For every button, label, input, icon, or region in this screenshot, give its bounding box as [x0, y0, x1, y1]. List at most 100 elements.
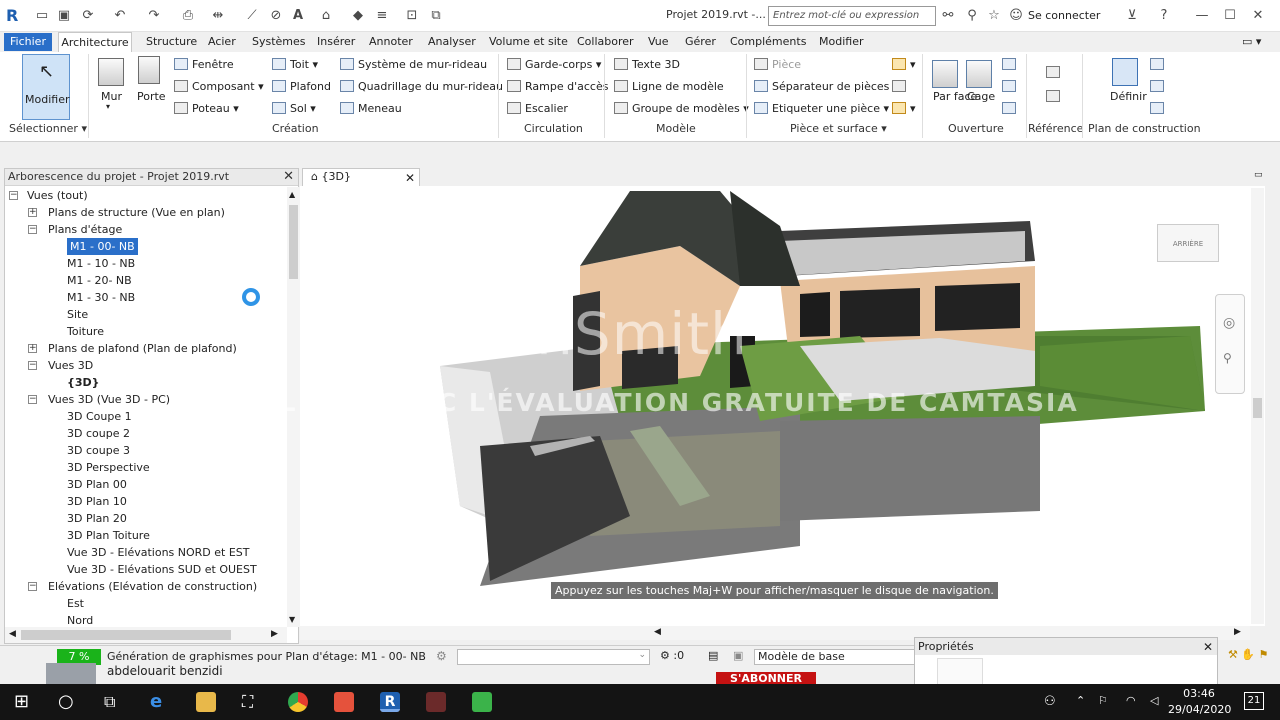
help-icon[interactable]: ? — [1156, 8, 1172, 24]
tab-analyser[interactable]: Analyser — [426, 32, 478, 52]
scroll-thumb[interactable] — [21, 630, 231, 640]
file-explorer-icon[interactable] — [196, 692, 216, 712]
ribbon-toggle-icon[interactable]: ▭ ▾ — [1240, 32, 1263, 52]
tree-item[interactable]: M1 - 00- NB — [67, 238, 138, 255]
scroll-up-icon[interactable]: ▲ — [289, 190, 295, 199]
ref-plane-icon[interactable] — [1150, 80, 1168, 93]
network-icon[interactable]: ⚐ — [1098, 694, 1108, 707]
user-icon[interactable]: ☺ — [1008, 8, 1024, 24]
tree-item[interactable]: Vue 3D - Elévations SUD et OUEST — [67, 561, 257, 578]
tree-item[interactable]: 3D coupe 2 — [67, 425, 130, 442]
tab-structure[interactable]: Structure — [144, 32, 199, 52]
tree-item[interactable]: Elévations (Elévation de construction) — [48, 578, 257, 595]
shaft-icon[interactable] — [966, 60, 992, 88]
tab-inserer[interactable]: Insérer — [315, 32, 357, 52]
binoculars-icon[interactable]: ⚯ — [940, 8, 956, 24]
curtain-grid-button[interactable]: Quadrillage du mur-rideau — [340, 80, 503, 93]
tray-chevron-icon[interactable]: ⌃ — [1076, 694, 1085, 707]
scroll-left-icon[interactable]: ◀ — [654, 627, 661, 637]
close-icon[interactable]: ✕ — [1203, 639, 1213, 656]
component-button[interactable]: Composant ▾ — [174, 80, 264, 93]
curtain-system-button[interactable]: Système de mur-rideau — [340, 58, 487, 71]
view-vertical-scrollbar[interactable] — [1251, 188, 1264, 624]
tree-item[interactable]: 3D Plan 20 — [67, 510, 127, 527]
horizontal-scrollbar[interactable]: ◀ ▶ — [5, 627, 287, 643]
selection-filter[interactable]: ⚙ :0 — [660, 649, 684, 662]
dimension-icon[interactable]: ⟋ — [244, 8, 260, 24]
mullion-button[interactable]: Meneau — [340, 102, 402, 115]
expand-icon[interactable]: + — [28, 344, 37, 353]
volume-icon[interactable]: ◁ — [1150, 694, 1158, 707]
tree-item[interactable]: Vues (tout) — [27, 187, 88, 204]
revit-logo[interactable]: R — [6, 6, 18, 25]
thin-lines-icon[interactable]: ≡ — [374, 8, 390, 24]
floor-button[interactable]: Sol ▾ — [272, 102, 316, 115]
room-panel-label[interactable]: Pièce et surface ▾ — [790, 122, 887, 135]
railing-button[interactable]: Garde-corps ▾ — [507, 58, 601, 71]
camtasia-recorder-icon[interactable] — [472, 692, 492, 712]
set-work-plane-button[interactable]: Définir — [1110, 90, 1147, 103]
door-icon[interactable] — [138, 56, 160, 84]
scroll-down-icon[interactable]: ▼ — [289, 615, 295, 624]
tab-modifier[interactable]: Modifier — [817, 32, 865, 52]
design-option-select[interactable]: Modèle de base — [754, 649, 916, 665]
video-editor-icon[interactable] — [426, 692, 446, 712]
camtasia-icon[interactable] — [334, 692, 354, 712]
tab-gerer[interactable]: Gérer — [683, 32, 718, 52]
tree-item[interactable]: 3D Plan Toiture — [67, 527, 150, 544]
minimize-icon[interactable]: — — [1194, 8, 1210, 24]
scroll-right-icon[interactable]: ▶ — [271, 629, 278, 639]
tab-architecture[interactable]: Architecture — [58, 32, 132, 52]
tree-item[interactable]: Vues 3D — [48, 357, 93, 374]
area-button[interactable]: ▾ — [892, 58, 916, 71]
tab-acier[interactable]: Acier — [206, 32, 238, 52]
wall-opening-icon[interactable] — [1002, 58, 1020, 71]
scroll-left-icon[interactable]: ◀ — [9, 629, 16, 639]
collapse-icon[interactable]: − — [28, 361, 37, 370]
scroll-right-icon[interactable]: ▶ — [1234, 627, 1241, 637]
tab-annoter[interactable]: Annoter — [367, 32, 415, 52]
tree-item[interactable]: Site — [67, 306, 88, 323]
tab-3d-view[interactable]: ⌂ {3D} ✕ — [302, 168, 420, 186]
sync-icon[interactable]: ⟳ — [80, 8, 96, 24]
undo-icon[interactable]: ↶ — [112, 8, 128, 24]
close-hidden-icon[interactable]: ⊡ — [404, 8, 420, 24]
modify-button[interactable]: ↖ Modifier — [22, 54, 70, 120]
notifications-icon[interactable]: 21 — [1244, 692, 1264, 710]
tree-item[interactable]: 3D Plan 10 — [67, 493, 127, 510]
show-work-plane-icon[interactable] — [1150, 58, 1168, 71]
cortana-icon[interactable]: ○ — [58, 692, 78, 712]
maximize-icon[interactable]: ☐ — [1222, 8, 1238, 24]
store-icon[interactable]: ⛶ — [242, 692, 262, 712]
revit-taskbar-icon[interactable]: R — [380, 692, 400, 712]
viewer-icon[interactable] — [1150, 102, 1168, 115]
collapse-icon[interactable]: − — [28, 395, 37, 404]
save-icon[interactable]: ▣ — [56, 8, 72, 24]
tree-item[interactable]: M1 - 30 - NB — [67, 289, 135, 306]
tree-item[interactable]: {3D} — [67, 374, 99, 391]
tree-item[interactable]: Plans de plafond (Plan de plafond) — [48, 340, 237, 357]
status-icons[interactable]: ⚒ ✋ ⚑ — [1228, 648, 1268, 661]
print-icon[interactable]: ⎙ — [180, 8, 196, 24]
workset-select[interactable]: ⌄ — [457, 649, 650, 665]
tree-item[interactable]: M1 - 10 - NB — [67, 255, 135, 272]
wall-button[interactable]: Mur — [101, 90, 122, 103]
tree-item[interactable]: 3D coupe 3 — [67, 442, 130, 459]
tree-item[interactable]: 3D Plan 00 — [67, 476, 127, 493]
wifi-icon[interactable]: ◠ — [1126, 694, 1136, 707]
dormer-opening-icon[interactable] — [1002, 102, 1020, 115]
section-icon[interactable]: ◆ — [350, 8, 366, 24]
ceiling-button[interactable]: Plafond — [272, 80, 331, 93]
tab-systemes[interactable]: Systèmes — [250, 32, 308, 52]
scroll-thumb[interactable] — [289, 205, 298, 279]
view-restore-icon[interactable]: ▭ — [1254, 170, 1263, 180]
editing-icon[interactable]: ▣ — [733, 649, 743, 662]
set-work-plane-icon[interactable] — [1112, 58, 1138, 86]
tree-item[interactable]: 3D Perspective — [67, 459, 150, 476]
zoom-icon[interactable]: ⚲ — [1223, 351, 1232, 365]
tree-item[interactable]: Plans de structure (Vue en plan) — [48, 204, 225, 221]
stair-button[interactable]: Escalier — [507, 102, 568, 115]
model-line-button[interactable]: Ligne de modèle — [614, 80, 724, 93]
measure-icon[interactable]: ⇹ — [210, 8, 226, 24]
tree-item[interactable]: Vues 3D (Vue 3D - PC) — [48, 391, 170, 408]
